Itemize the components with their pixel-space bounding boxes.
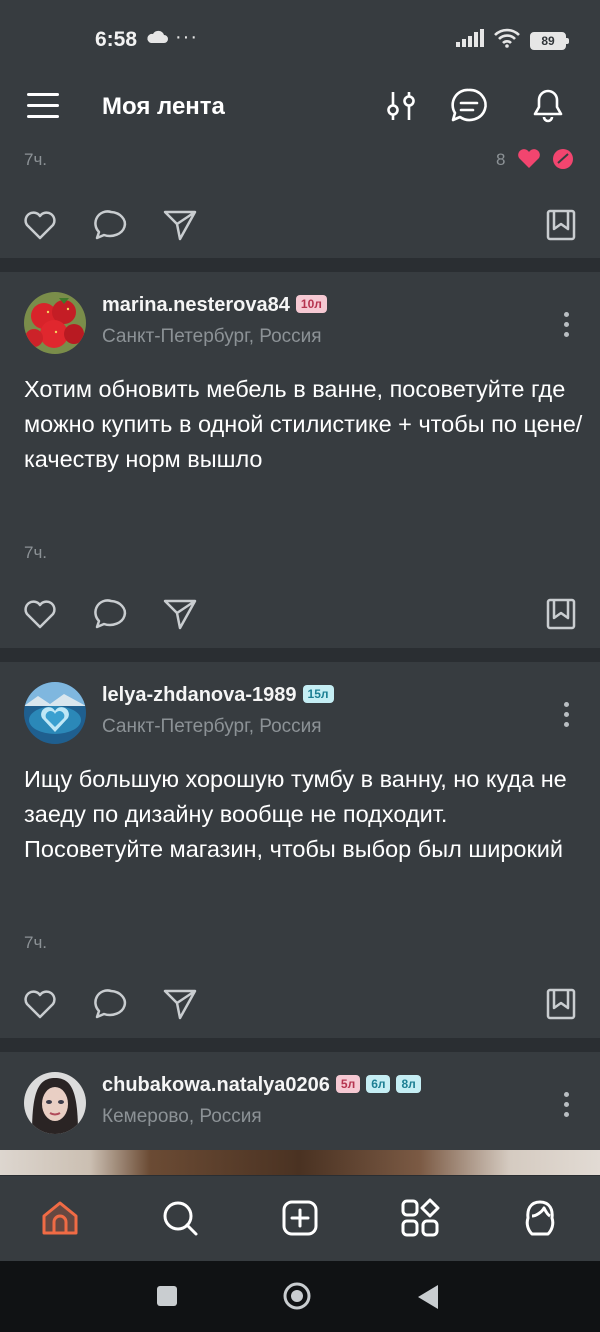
post-location: Санкт-Петербург, Россия xyxy=(102,716,322,737)
status-bar: 6:58 ··· 89 xyxy=(0,0,600,78)
status-time: 6:58 xyxy=(95,28,138,51)
post-text: Хотим обновить мебель в ванне, посоветуй… xyxy=(24,376,583,472)
post-card: chubakowa.natalya0206 5л 6л 8л Кемерово, Ро… xyxy=(0,1052,600,1175)
home-button-icon[interactable] xyxy=(282,1281,312,1316)
profile-icon[interactable] xyxy=(520,1198,560,1238)
recent-apps-icon[interactable] xyxy=(156,1285,178,1312)
filter-icon[interactable] xyxy=(381,86,421,126)
menu-icon[interactable] xyxy=(27,91,59,121)
page-title: Моя лента xyxy=(102,93,225,120)
post-divider xyxy=(0,648,600,662)
post-author[interactable]: chubakowa.natalya0206 5л 6л 8л xyxy=(102,1074,421,1097)
messages-icon[interactable] xyxy=(449,86,489,126)
bottom-navigation xyxy=(0,1175,600,1261)
services-icon[interactable] xyxy=(400,1198,440,1238)
comment-icon[interactable] xyxy=(92,596,128,632)
post-divider xyxy=(0,1038,600,1052)
post-time: 7ч. xyxy=(24,150,48,169)
username[interactable]: marina.nesterova84 xyxy=(102,294,290,316)
reaction-heart-icon xyxy=(516,148,576,175)
share-icon[interactable] xyxy=(162,986,198,1022)
add-post-icon[interactable] xyxy=(280,1198,320,1238)
kid-age-badge: 5л xyxy=(335,1075,361,1093)
like-icon[interactable] xyxy=(22,596,58,632)
post-location: Кемерово, Россия xyxy=(102,1106,262,1127)
avatar[interactable] xyxy=(24,682,86,744)
more-options-icon[interactable] xyxy=(564,1092,570,1120)
comment-icon[interactable] xyxy=(92,986,128,1022)
post-card-previous: 7ч. 8 xyxy=(0,140,600,258)
username[interactable]: chubakowa.natalya0206 xyxy=(102,1074,330,1096)
likes-count: 8 xyxy=(496,150,506,169)
like-icon[interactable] xyxy=(22,986,58,1022)
post-time: 7ч. xyxy=(24,933,48,952)
back-icon[interactable] xyxy=(416,1284,440,1315)
post-card: marina.nesterova84 10л Санкт-Петербург, Р… xyxy=(0,272,600,648)
kid-age-badge: 15л xyxy=(302,685,334,703)
bookmark-icon[interactable] xyxy=(543,207,579,243)
home-icon[interactable] xyxy=(40,1198,80,1238)
post-author[interactable]: lelya-zhdanova-1989 15л xyxy=(102,684,334,707)
comment-icon[interactable] xyxy=(92,207,128,243)
post-location: Санкт-Петербург, Россия xyxy=(102,326,322,347)
post-image[interactable] xyxy=(0,1150,600,1175)
signal-icon xyxy=(456,29,484,52)
search-icon[interactable] xyxy=(160,1198,200,1238)
kid-age-badge: 8л xyxy=(396,1075,421,1093)
more-options-icon[interactable] xyxy=(564,312,570,340)
share-icon[interactable] xyxy=(162,596,198,632)
kid-age-badge: 10л xyxy=(295,295,327,313)
bookmark-icon[interactable] xyxy=(543,596,579,632)
avatar[interactable] xyxy=(24,1072,86,1134)
notifications-icon[interactable] xyxy=(528,86,568,126)
post-author[interactable]: marina.nesterova84 10л xyxy=(102,294,327,317)
cloud-icon xyxy=(146,30,168,49)
app-bar: Моя лента xyxy=(0,78,600,140)
more-options-icon[interactable] xyxy=(564,702,570,730)
post-text: Ищу большую хорошую тумбу в ванну, но ку… xyxy=(24,766,567,862)
post-time: 7ч. xyxy=(24,543,48,562)
battery-indicator: 89 xyxy=(530,31,569,50)
post-card: lelya-zhdanova-1989 15л Санкт-Петербург, … xyxy=(0,662,600,1038)
avatar[interactable] xyxy=(24,292,86,354)
like-icon[interactable] xyxy=(22,207,58,243)
kid-age-badge: 6л xyxy=(366,1075,391,1093)
notification-dots: ··· xyxy=(175,26,198,48)
wifi-icon xyxy=(494,28,520,53)
bookmark-icon[interactable] xyxy=(543,986,579,1022)
share-icon[interactable] xyxy=(162,207,198,243)
username[interactable]: lelya-zhdanova-1989 xyxy=(102,684,297,706)
post-divider xyxy=(0,258,600,272)
feed[interactable]: 7ч. 8 marina.nesterova84 10л Санкт-Петерб… xyxy=(0,140,600,1175)
system-navigation-bar xyxy=(0,1261,600,1332)
